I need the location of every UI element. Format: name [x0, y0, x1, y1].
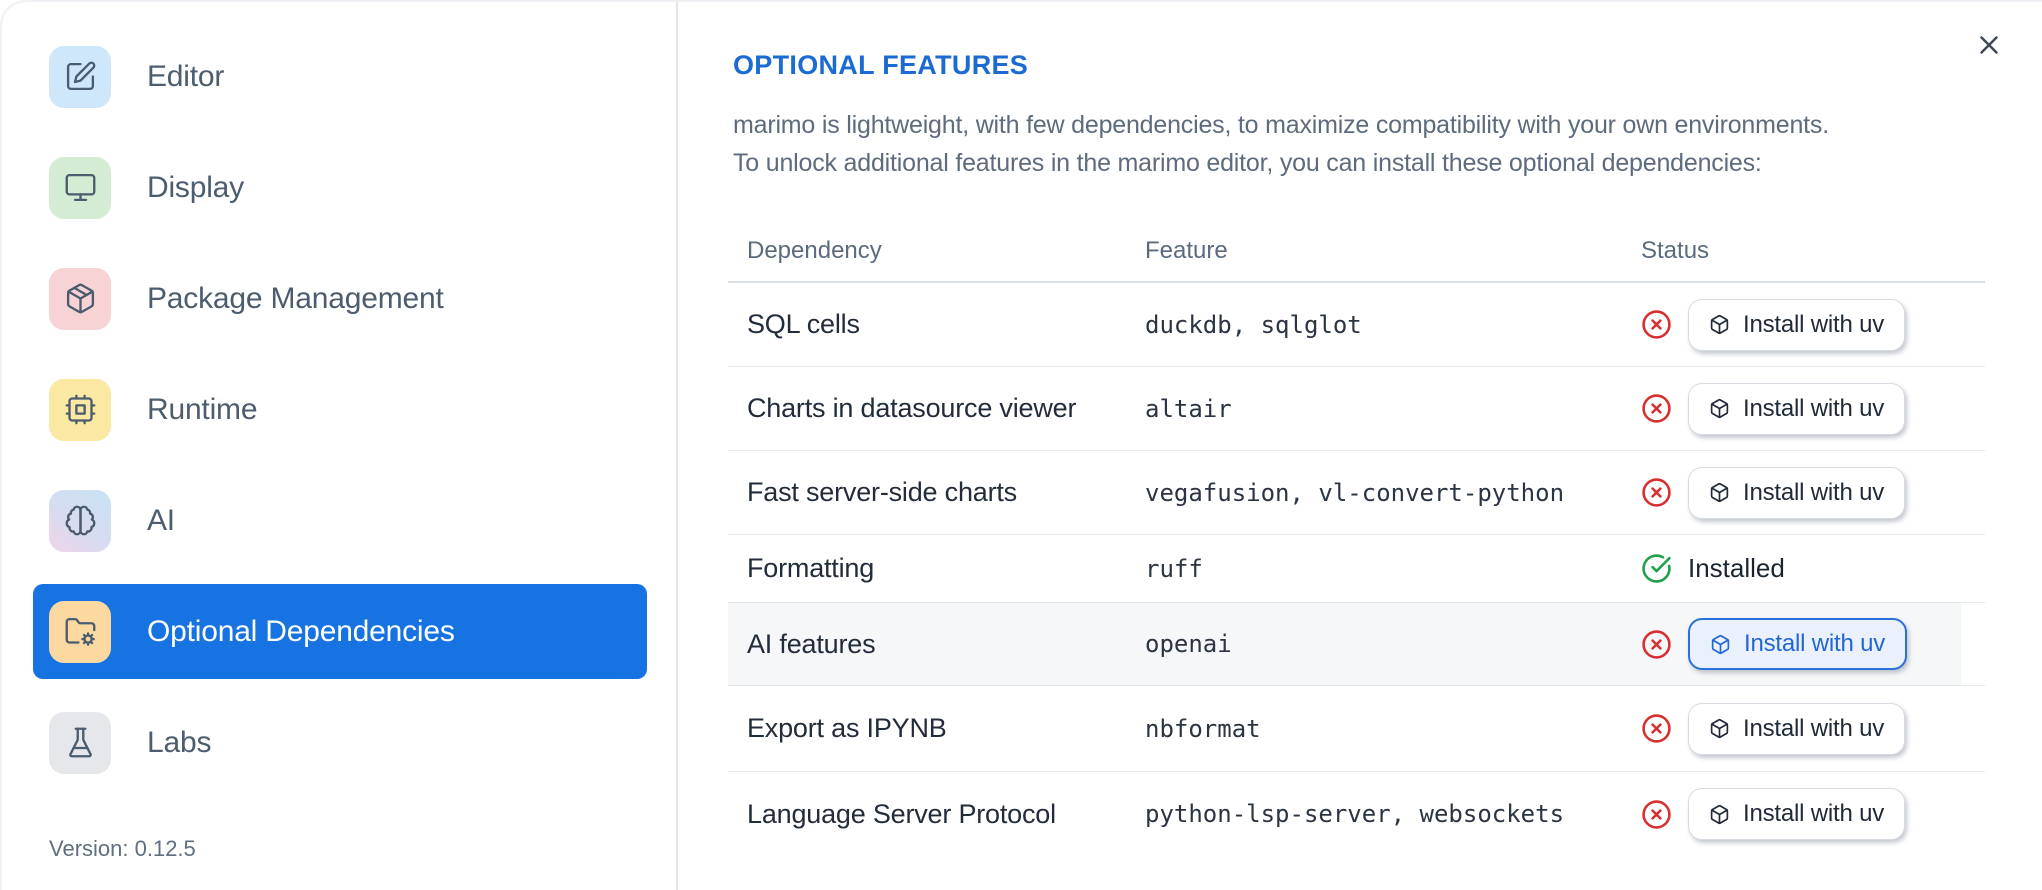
feature-cell: altair: [1145, 394, 1232, 423]
dependency-cell: Language Server Protocol: [747, 798, 1056, 829]
sidebar-item-label: Labs: [147, 725, 212, 759]
feature-cell: python-lsp-server, websockets: [1145, 800, 1565, 828]
flask-icon: [49, 711, 111, 774]
feature-cell: nbformat: [1145, 714, 1261, 743]
circle-x-icon: [1641, 477, 1672, 508]
edit-icon: [49, 45, 111, 108]
install-with-uv-button[interactable]: Install with uv: [1688, 788, 1906, 840]
install-with-uv-button[interactable]: Install with uv: [1688, 382, 1906, 435]
brain-icon: [49, 489, 111, 552]
box-icon: [1709, 804, 1730, 825]
install-with-uv-button[interactable]: Install with uv: [1688, 618, 1908, 670]
package-icon: [49, 267, 111, 330]
sidebar-item-labs[interactable]: Labs: [33, 695, 647, 790]
settings-dialog: Editor Display Package Management Runtim…: [0, 0, 2042, 890]
status-cell: Install with uv: [1641, 788, 1985, 840]
dependency-cell: AI features: [747, 628, 876, 659]
dependency-cell: Charts in datasource viewer: [747, 393, 1077, 423]
circle-x-icon: [1641, 309, 1672, 340]
install-button-label: Install with uv: [1743, 478, 1885, 506]
install-with-uv-button[interactable]: Install with uv: [1688, 466, 1906, 519]
cpu-icon: [49, 378, 111, 441]
feature-cell: openai: [1145, 630, 1232, 658]
install-button-label: Install with uv: [1743, 394, 1885, 422]
panel-description: marimo is lightweight, with few dependen…: [733, 106, 1829, 182]
sidebar-item-label: Display: [147, 170, 244, 204]
box-icon: [1709, 482, 1730, 503]
table-row: AI features openai Install with uv: [728, 603, 1985, 686]
close-icon: [1974, 30, 2004, 60]
settings-sidebar: Editor Display Package Management Runtim…: [0, 0, 678, 890]
status-cell: Installed: [1641, 553, 1985, 584]
table-row: Language Server Protocol python-lsp-serv…: [728, 772, 1985, 856]
settings-nav: Editor Display Package Management Runtim…: [0, 29, 676, 806]
folder-cog-icon: [49, 600, 111, 663]
installed-status-label: Installed: [1688, 553, 1785, 583]
status-cell: Install with uv: [1641, 702, 1985, 755]
column-header-dependency: Dependency: [747, 236, 882, 264]
circle-x-icon: [1641, 799, 1672, 830]
feature-cell: ruff: [1145, 554, 1203, 583]
status-cell: Install with uv: [1641, 382, 1985, 435]
table-row: Fast server-side charts vegafusion, vl-c…: [728, 451, 1985, 535]
table-row: SQL cells duckdb, sqlglot Install with u…: [728, 283, 1985, 367]
circle-x-icon: [1641, 629, 1672, 660]
box-icon: [1710, 634, 1731, 655]
install-button-label: Install with uv: [1743, 310, 1885, 338]
feature-cell: duckdb, sqlglot: [1145, 310, 1362, 339]
sidebar-item-package-management[interactable]: Package Management: [33, 251, 647, 346]
monitor-icon: [49, 156, 111, 219]
sidebar-item-label: Editor: [147, 59, 225, 93]
description-line-1: marimo is lightweight, with few dependen…: [733, 111, 1829, 139]
sidebar-item-optional-dependencies[interactable]: Optional Dependencies: [33, 584, 647, 679]
column-header-feature: Feature: [1145, 236, 1228, 264]
table-header-row: Dependency Feature Status: [728, 220, 1985, 283]
sidebar-item-ai[interactable]: AI: [33, 473, 647, 568]
close-button[interactable]: [1968, 24, 2010, 66]
dependencies-table: Dependency Feature Status SQL cells duck…: [728, 220, 1985, 856]
dependency-cell: Fast server-side charts: [747, 477, 1017, 507]
circle-x-icon: [1641, 393, 1672, 424]
dependency-cell: Export as IPYNB: [747, 713, 947, 743]
sidebar-item-label: Runtime: [147, 392, 258, 426]
status-cell: Install with uv: [1641, 618, 1985, 670]
sidebar-item-label: Optional Dependencies: [147, 614, 455, 648]
column-header-status: Status: [1641, 236, 1710, 264]
optional-features-panel: OPTIONAL FEATURES marimo is lightweight,…: [678, 0, 2042, 890]
status-cell: Install with uv: [1641, 466, 1985, 519]
page-title: OPTIONAL FEATURES: [733, 50, 1029, 80]
install-with-uv-button[interactable]: Install with uv: [1688, 702, 1906, 755]
sidebar-item-label: Package Management: [147, 281, 444, 315]
table-row: Charts in datasource viewer altair Insta…: [728, 367, 1985, 451]
sidebar-item-display[interactable]: Display: [33, 140, 647, 235]
dependency-cell: SQL cells: [747, 309, 860, 339]
install-button-label: Install with uv: [1744, 630, 1886, 657]
install-button-label: Install with uv: [1743, 800, 1885, 827]
table-row: Export as IPYNB nbformat Install with uv: [728, 686, 1985, 772]
install-with-uv-button[interactable]: Install with uv: [1688, 298, 1906, 351]
circle-check-icon: [1641, 553, 1672, 584]
box-icon: [1709, 398, 1730, 419]
status-cell: Install with uv: [1641, 298, 1985, 351]
install-button-label: Install with uv: [1743, 714, 1885, 742]
circle-x-icon: [1641, 713, 1672, 744]
feature-cell: vegafusion, vl-convert-python: [1145, 478, 1565, 507]
version-label: Version: 0.12.5: [49, 836, 196, 861]
dependency-cell: Formatting: [747, 553, 875, 583]
table-row: Formatting ruff Installed: [728, 535, 1985, 603]
sidebar-item-editor[interactable]: Editor: [33, 29, 647, 124]
box-icon: [1709, 718, 1730, 739]
sidebar-item-label: AI: [147, 503, 175, 537]
box-icon: [1709, 314, 1730, 335]
sidebar-item-runtime[interactable]: Runtime: [33, 362, 647, 457]
description-line-2: To unlock additional features in the mar…: [733, 149, 1762, 177]
